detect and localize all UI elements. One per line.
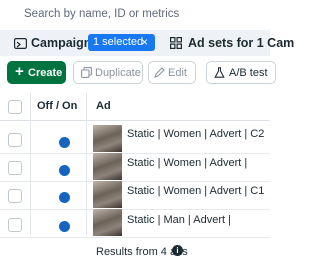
row-checkbox[interactable]	[8, 218, 22, 232]
selected-chip-label: 1 selected	[93, 36, 144, 48]
search-bar[interactable]: Search by name, ID or metrics	[0, 0, 270, 26]
on-off-toggle[interactable]	[59, 137, 70, 148]
select-all-checkbox[interactable]	[8, 100, 22, 114]
ad-header[interactable]: Ad	[96, 100, 111, 112]
ab-test-button[interactable]: A/B test	[206, 61, 276, 84]
row-checkbox[interactable]	[8, 161, 22, 175]
adsets-grid-icon	[170, 37, 182, 49]
duplicate-button-label: Duplicate	[95, 67, 141, 79]
on-off-toggle[interactable]	[59, 221, 70, 232]
off-on-header[interactable]: Off / On	[37, 100, 77, 112]
search-input[interactable]: Search by name, ID or metrics	[24, 8, 179, 20]
create-button[interactable]: + Create	[7, 61, 66, 84]
ad-thumbnail	[93, 125, 122, 152]
flask-icon	[214, 67, 225, 78]
row-checkbox[interactable]	[8, 189, 22, 203]
adsets-tab[interactable]: Ad sets for 1 Cam	[188, 36, 294, 50]
create-button-label: Create	[28, 67, 63, 79]
plus-icon: +	[15, 63, 24, 80]
info-icon[interactable]: i	[172, 245, 183, 256]
ad-thumbnail	[93, 181, 122, 208]
ad-thumbnail	[93, 153, 122, 180]
selected-chip[interactable]: 1 selected ×	[88, 34, 155, 51]
campaign-folder-icon	[14, 38, 27, 49]
close-icon[interactable]: ×	[141, 35, 148, 49]
ad-thumbnail	[93, 209, 122, 236]
on-off-toggle[interactable]	[59, 192, 70, 203]
duplicate-icon	[81, 67, 92, 78]
duplicate-button[interactable]: Duplicate	[73, 61, 143, 84]
ad-name[interactable]: Static | Women | Advert |	[127, 157, 247, 169]
ab-test-button-label: A/B test	[229, 67, 268, 79]
ad-name[interactable]: Static | Man | Advert |	[127, 214, 231, 226]
row-checkbox[interactable]	[8, 133, 22, 147]
ad-name[interactable]: Static | Women | Advert | C2	[127, 128, 264, 140]
edit-button[interactable]: Edit	[148, 61, 196, 84]
edit-button-label: Edit	[168, 67, 187, 79]
ad-name[interactable]: Static | Women | Advert | C1	[127, 185, 264, 197]
pencil-icon	[154, 67, 165, 78]
on-off-toggle[interactable]	[59, 165, 70, 176]
